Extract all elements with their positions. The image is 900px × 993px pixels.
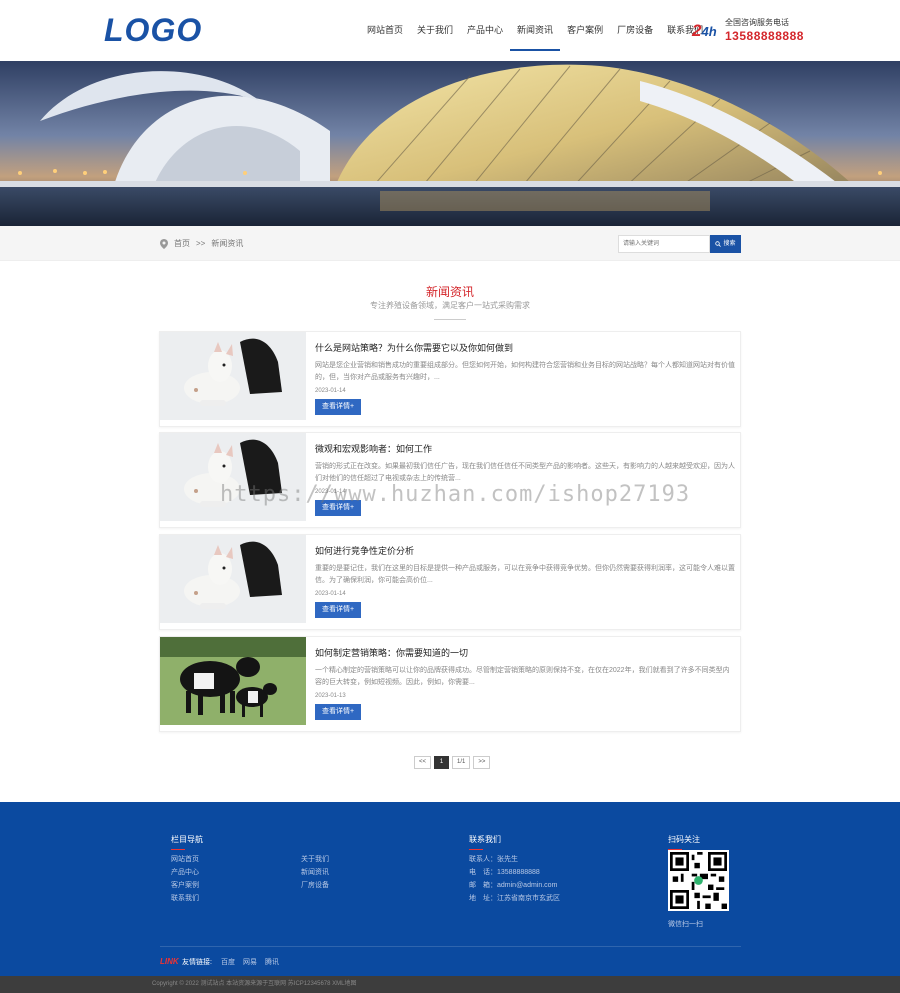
page-total: 1/1 xyxy=(452,756,471,769)
footer-nav-title: 栏目导航 xyxy=(171,834,203,850)
site-footer: 栏目导航 网站首页 关于我们 产品中心 新闻资讯 客户案例 厂房设备 联系我们 … xyxy=(0,802,900,976)
friend-link[interactable]: 腾讯 xyxy=(265,957,279,967)
hotline-label: 全国咨询服务电话 xyxy=(725,18,789,27)
contact-email[interactable]: 邮 箱：admin@admin.com xyxy=(469,880,557,890)
footer-divider xyxy=(160,946,741,947)
24h-icon: 24h xyxy=(692,21,717,40)
nav-item-products[interactable]: 产品中心 xyxy=(460,0,510,61)
news-date: 2023-01-14 xyxy=(315,591,346,597)
footer-link-news[interactable]: 新闻资讯 xyxy=(301,867,329,877)
news-excerpt: 一个精心制定的营销策略可以让你的品牌获得成功。尽管制定营销策略的原则保持不变，在… xyxy=(315,667,730,686)
section-subtitle: 专注养殖设备领域，满足客户一站式采购需求 xyxy=(370,301,530,310)
news-item[interactable]: 什么是网站策略？为什么你需要它以及你如何做到 网站是您企业营销和销售成功的重要组… xyxy=(159,331,741,427)
news-excerpt: 网站是您企业营销和销售成功的重要组成部分。但您如何开始，如何构建符合您营销和业务… xyxy=(315,362,735,381)
page-prev-button[interactable]: << xyxy=(414,756,432,769)
read-more-button[interactable]: 查看详情+ xyxy=(315,704,361,720)
page-next-button[interactable]: >> xyxy=(473,756,491,769)
friend-link[interactable]: 百度 xyxy=(221,957,235,967)
news-title[interactable]: 什么是网站策略？为什么你需要它以及你如何做到 xyxy=(315,341,513,354)
hero-banner xyxy=(0,61,900,226)
read-more-button[interactable]: 查看详情+ xyxy=(315,602,361,618)
news-excerpt: 重要的是要记住，我们在这里的目标是提供一种产品或服务，可以在竞争中获得竞争优势。… xyxy=(315,565,735,584)
copyright-text: Copyright © 2022 测试站点 本站资源来源于互联网 苏ICP123… xyxy=(152,981,357,987)
contact-address: 地 址：江苏省南京市玄武区 xyxy=(469,895,560,902)
news-item[interactable]: 如何进行竞争性定价分析 重要的是要记住，我们在这里的目标是提供一种产品或服务，可… xyxy=(159,534,741,630)
news-title[interactable]: 如何制定营销策略：你需要知道的一切 xyxy=(315,646,468,659)
qr-code-image xyxy=(668,850,729,911)
news-thumbnail[interactable] xyxy=(160,637,306,725)
friend-links-label: 友情链接: xyxy=(182,959,212,966)
section-divider xyxy=(434,319,466,320)
news-item[interactable]: 微观和宏观影响者：如何工作 营销的形式正在改变。如果最初我们信任广告，现在我们信… xyxy=(159,432,741,528)
breadcrumb-current[interactable]: 新闻资讯 xyxy=(211,226,243,261)
nav-item-cases[interactable]: 客户案例 xyxy=(560,0,610,61)
news-date: 2023-01-14 xyxy=(315,489,346,495)
qr-caption: 微信扫一扫 xyxy=(668,921,703,928)
section-title: 新闻资讯 xyxy=(425,285,474,299)
page-current[interactable]: 1 xyxy=(434,756,450,769)
footer-link-home[interactable]: 网站首页 xyxy=(171,854,199,864)
cattle-photo xyxy=(160,637,306,725)
footer-link-contact[interactable]: 联系我们 xyxy=(171,893,199,903)
copyright-bar: Copyright © 2022 测试站点 本站资源来源于互联网 苏ICP123… xyxy=(0,976,900,993)
read-more-button[interactable]: 查看详情+ xyxy=(315,399,361,415)
location-pin-icon xyxy=(160,238,168,249)
site-logo[interactable]: LOGO xyxy=(104,12,202,49)
footer-contact-title: 联系我们 xyxy=(469,834,501,850)
search-form: 搜索 xyxy=(618,235,741,253)
qr-code-icon xyxy=(670,852,727,909)
contact-person: 联系人：张先生 xyxy=(469,856,518,863)
nav-item-news[interactable]: 新闻资讯 xyxy=(510,0,561,61)
nav-item-about[interactable]: 关于我们 xyxy=(410,0,460,61)
footer-link-products[interactable]: 产品中心 xyxy=(171,867,199,877)
footer-link-about[interactable]: 关于我们 xyxy=(301,854,329,864)
dog-photo xyxy=(160,433,306,521)
news-excerpt: 营销的形式正在改变。如果最初我们信任广告，现在我们信任信任不同类型产品的影响者。… xyxy=(315,463,735,482)
banner-architecture-image xyxy=(0,61,900,226)
footer-qr-title: 扫码关注 xyxy=(668,834,700,850)
breadcrumb-separator: >> xyxy=(196,239,206,248)
footer-link-cases[interactable]: 客户案例 xyxy=(171,880,199,890)
pagination: << 1 1/1 >> xyxy=(414,756,491,769)
friend-link[interactable]: 网易 xyxy=(243,957,257,967)
news-thumbnail[interactable] xyxy=(160,433,306,521)
news-item[interactable]: 如何制定营销策略：你需要知道的一切 一个精心制定的营销策略可以让你的品牌获得成功… xyxy=(159,636,741,732)
news-thumbnail[interactable] xyxy=(160,535,306,623)
contact-phone: 电 话：13588888888 xyxy=(469,869,540,876)
hotline-number: 13588888888 xyxy=(725,29,804,43)
dog-photo xyxy=(160,535,306,623)
news-title[interactable]: 如何进行竞争性定价分析 xyxy=(315,544,414,557)
search-input[interactable] xyxy=(618,235,710,253)
read-more-button[interactable]: 查看详情+ xyxy=(315,500,361,516)
dog-photo xyxy=(160,332,306,420)
footer-link-factory[interactable]: 厂房设备 xyxy=(301,880,329,890)
breadcrumb-home[interactable]: 首页 xyxy=(174,226,190,261)
friend-links-logo: LINK xyxy=(160,957,179,966)
nav-item-factory[interactable]: 厂房设备 xyxy=(610,0,660,61)
breadcrumb-bar: 首页 >> 新闻资讯 搜索 xyxy=(0,226,900,261)
breadcrumb: 首页 >> 新闻资讯 xyxy=(160,226,243,261)
site-header: LOGO 网站首页 关于我们 产品中心 新闻资讯 客户案例 厂房设备 联系我们 … xyxy=(0,0,900,61)
nav-item-home[interactable]: 网站首页 xyxy=(360,0,410,61)
news-date: 2023-01-13 xyxy=(315,693,346,699)
news-date: 2023-01-14 xyxy=(315,388,346,394)
news-title[interactable]: 微观和宏观影响者：如何工作 xyxy=(315,442,432,455)
search-icon xyxy=(715,241,722,247)
main-nav: 网站首页 关于我们 产品中心 新闻资讯 客户案例 厂房设备 联系我们 xyxy=(360,0,710,61)
hotline: 24h 全国咨询服务电话 13588888888 xyxy=(692,18,804,44)
news-thumbnail[interactable] xyxy=(160,332,306,420)
search-button[interactable]: 搜索 xyxy=(710,235,741,253)
